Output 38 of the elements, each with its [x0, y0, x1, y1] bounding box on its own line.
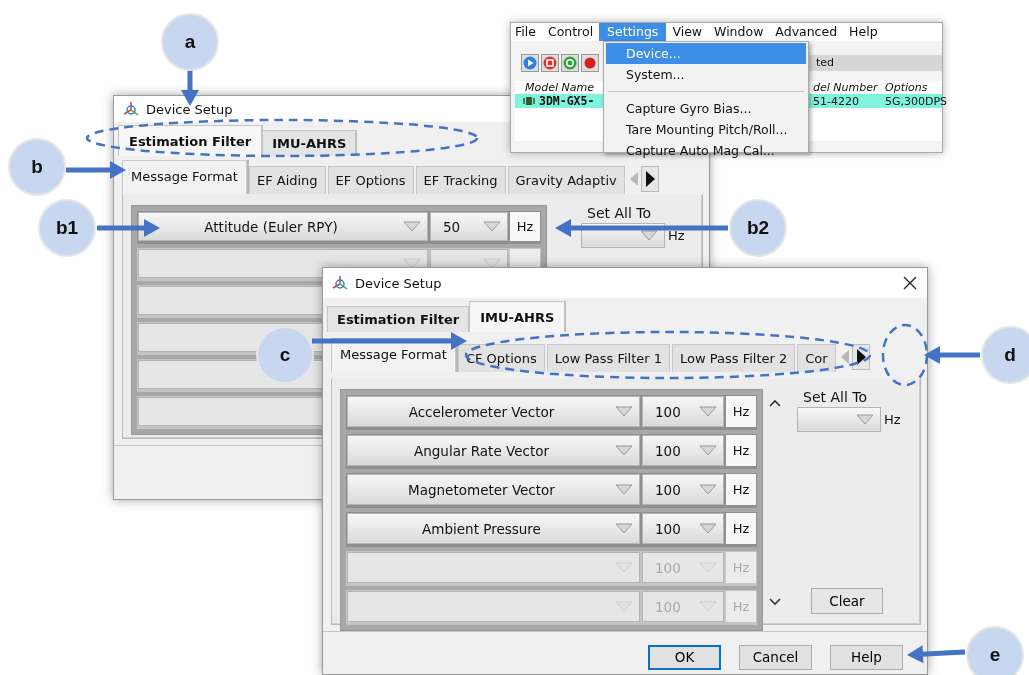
- rate-value: 100: [654, 403, 682, 420]
- set-all-label: Set All To: [586, 205, 651, 221]
- table-cell: 3DM-GX5-: [539, 94, 595, 108]
- message-name: Magnetometer Vector: [407, 481, 556, 498]
- callout-marker: b2: [729, 199, 787, 257]
- table-cell: 51-4220: [813, 94, 859, 108]
- rate-value: 50: [442, 218, 462, 235]
- unit-label: Hz: [726, 474, 756, 505]
- column-header: del Number: [812, 81, 879, 94]
- callout-marker: e: [966, 626, 1024, 675]
- rate-value: 100: [654, 520, 682, 537]
- unit-label: Hz: [726, 552, 756, 583]
- rate-value: 100: [654, 442, 682, 459]
- rate-value: 100: [654, 481, 682, 498]
- unit-label: Hz: [726, 396, 756, 427]
- rate-value: 100: [654, 559, 682, 576]
- callout-marker: d: [981, 326, 1029, 384]
- callout-marker: a: [161, 13, 219, 71]
- callout-marker: b: [8, 138, 66, 196]
- window-title: Device Setup: [355, 275, 442, 291]
- message-name: Ambient Pressure: [421, 520, 542, 537]
- callout-marker: b1: [38, 199, 96, 257]
- message-name: Attitude (Euler RPY): [203, 218, 339, 235]
- column-header: Model Name: [524, 81, 595, 94]
- status-field: ted: [808, 55, 942, 71]
- unit-label: Hz: [884, 412, 901, 427]
- set-all-label: Set All To: [802, 389, 867, 405]
- table-cell: 5G,300DPS: [885, 94, 948, 108]
- window-title: Device Setup: [146, 101, 233, 117]
- unit-label: Hz: [668, 228, 685, 243]
- unit-label: Hz: [726, 591, 756, 622]
- column-header: Options: [884, 81, 929, 94]
- message-name: Accelerometer Vector: [407, 403, 556, 420]
- unit-label: Hz: [726, 435, 756, 466]
- unit-label: Hz: [510, 212, 540, 241]
- message-name: Angular Rate Vector: [412, 442, 550, 459]
- unit-label: Hz: [726, 513, 756, 544]
- rate-value: 100: [654, 598, 682, 615]
